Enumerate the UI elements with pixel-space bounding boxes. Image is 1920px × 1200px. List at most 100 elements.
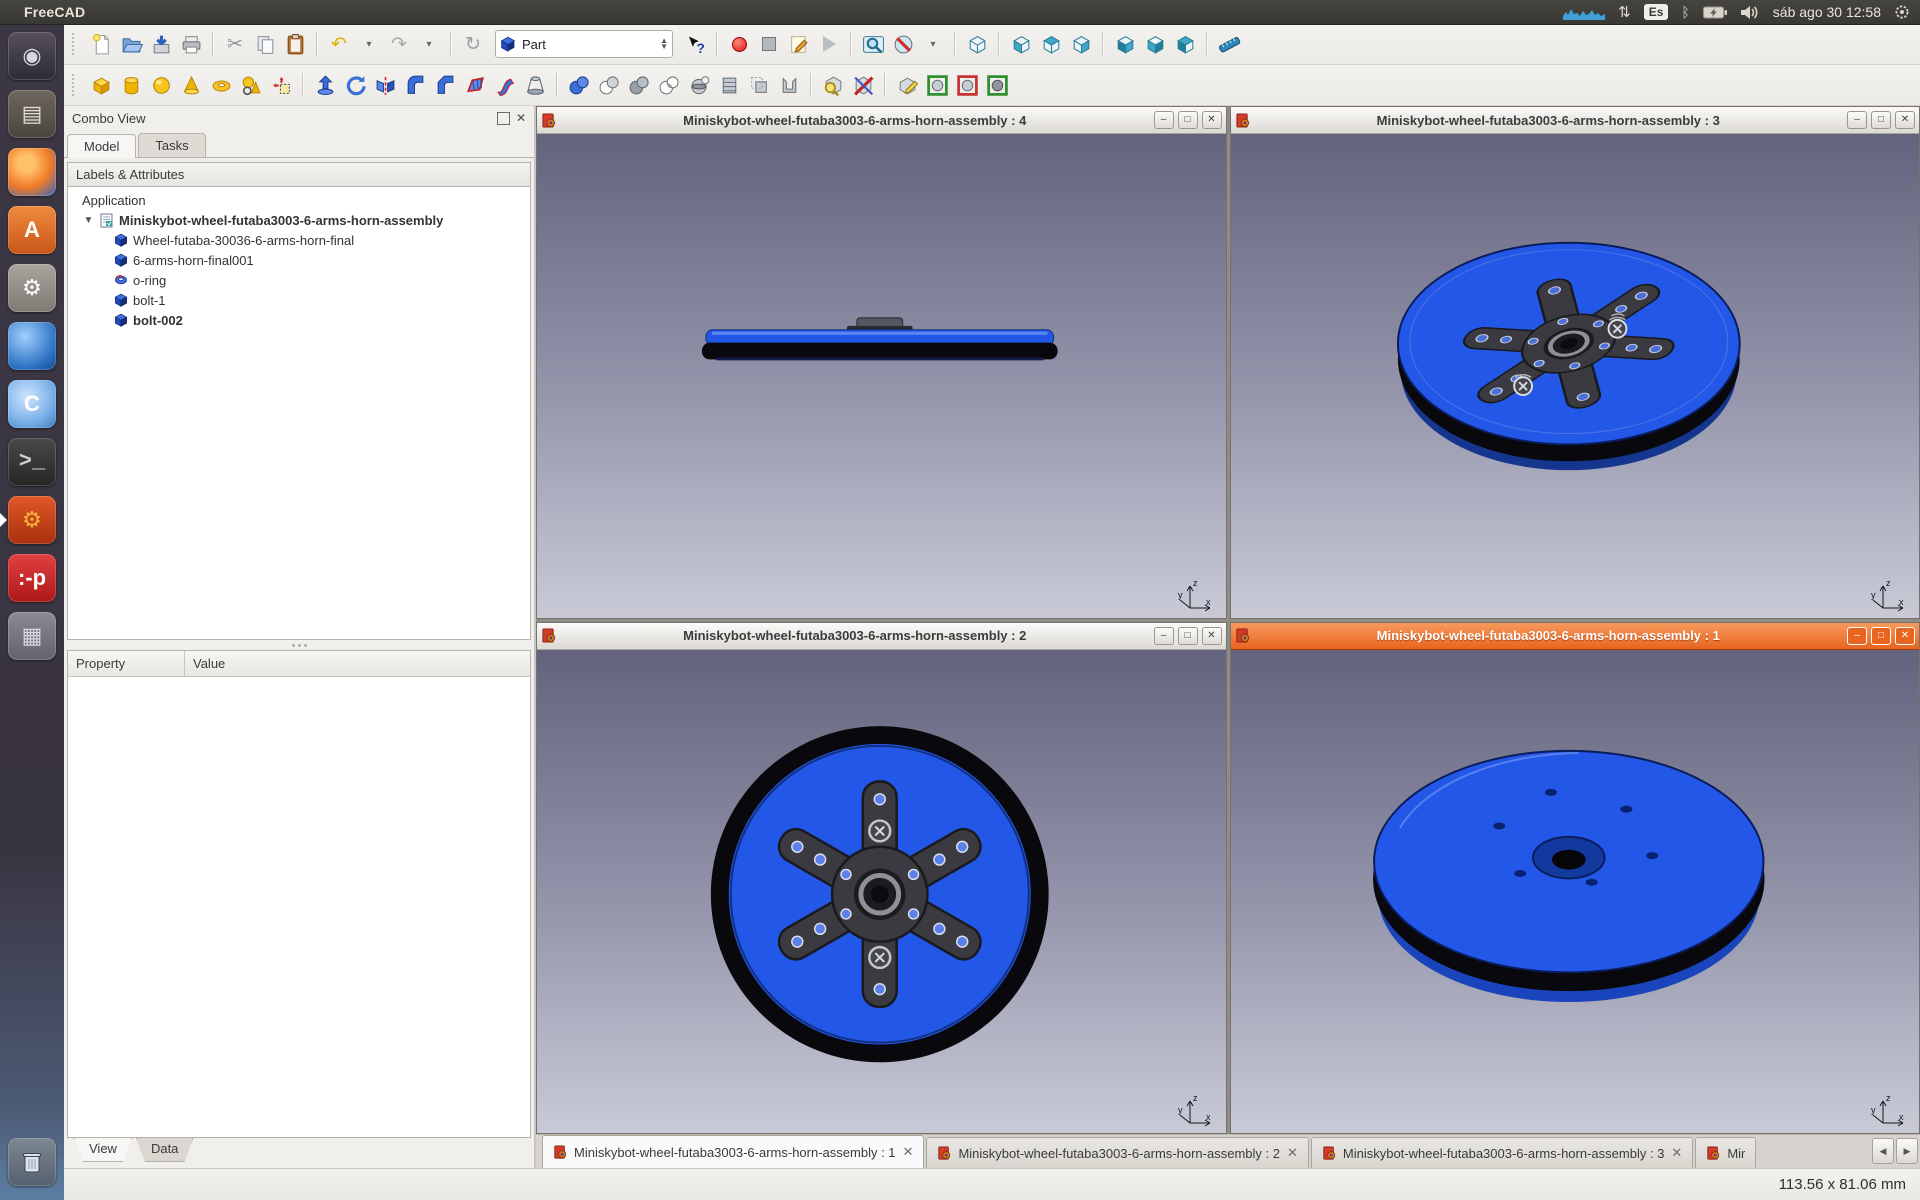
launcher-item-software-center[interactable]: A: [8, 206, 56, 254]
maximize-button[interactable]: □: [1178, 111, 1198, 129]
view-bottom-icon[interactable]: [1141, 30, 1169, 58]
torus-icon[interactable]: [207, 71, 235, 99]
tree-row-part[interactable]: o-ring: [68, 270, 530, 290]
view-fit-icon[interactable]: [859, 30, 887, 58]
toolbar-handle[interactable]: [72, 74, 80, 96]
macro-edit-icon[interactable]: [785, 30, 813, 58]
toolbar-handle[interactable]: [72, 33, 80, 55]
new-file-icon[interactable]: [87, 30, 115, 58]
minimize-button[interactable]: –: [1154, 111, 1174, 129]
extrude-icon[interactable]: [311, 71, 339, 99]
close-button[interactable]: ✕: [1895, 627, 1915, 645]
mdi-tab-2[interactable]: Miniskybot-wheel-futaba3003-6-arms-horn-…: [926, 1137, 1308, 1168]
expand-arrow-icon[interactable]: ▼: [82, 215, 95, 226]
close-button[interactable]: ✕: [1202, 627, 1222, 645]
compound-cut-icon[interactable]: [953, 71, 981, 99]
tab-tasks[interactable]: Tasks: [138, 133, 205, 157]
cylinder-icon[interactable]: [117, 71, 145, 99]
launcher-item-chromium[interactable]: C: [8, 380, 56, 428]
session-gear-icon[interactable]: [1894, 4, 1910, 20]
bluetooth-icon[interactable]: ᛒ: [1681, 4, 1689, 20]
compound-common-icon[interactable]: [983, 71, 1011, 99]
mdi-titlebar[interactable]: Miniskybot-wheel-futaba3003-6-arms-horn-…: [537, 623, 1226, 650]
clock[interactable]: sáb ago 30 12:58: [1773, 4, 1881, 20]
keyboard-indicator[interactable]: Es: [1644, 4, 1669, 20]
tab-model[interactable]: Model: [67, 134, 136, 158]
tab-data[interactable]: Data: [136, 1138, 193, 1162]
draw-style-icon[interactable]: [889, 30, 917, 58]
tab-view[interactable]: View: [74, 1138, 132, 1162]
tab-scroll-right-icon[interactable]: ▶: [1896, 1138, 1918, 1164]
shape-builder-icon[interactable]: [267, 71, 295, 99]
cone-icon[interactable]: [177, 71, 205, 99]
minimize-button[interactable]: –: [1847, 111, 1867, 129]
viewport-front-view[interactable]: x y z: [537, 650, 1226, 1134]
launcher-item-freecad[interactable]: ⚙: [8, 496, 56, 544]
tree-row-part[interactable]: Wheel-futaba-30036-6-arms-horn-final: [68, 230, 530, 250]
tab-close-icon[interactable]: ✕: [903, 1144, 914, 1160]
dropdown-icon[interactable]: ▾: [919, 30, 947, 58]
ruled-surface-icon[interactable]: [461, 71, 489, 99]
close-button[interactable]: ✕: [1895, 111, 1915, 129]
panel-close-icon[interactable]: ✕: [516, 112, 526, 124]
cut-icon[interactable]: ✂: [221, 30, 249, 58]
defeaturing-icon[interactable]: [849, 71, 877, 99]
launcher-item-terminal[interactable]: >_: [8, 438, 56, 486]
section-icon[interactable]: [685, 71, 713, 99]
boolean-common-icon[interactable]: [655, 71, 683, 99]
volume-icon[interactable]: [1740, 5, 1760, 20]
network-monitor-icon[interactable]: [1563, 4, 1605, 20]
create-primitives-icon[interactable]: [237, 71, 265, 99]
mdi-tab-4[interactable]: Mir: [1695, 1137, 1756, 1168]
open-file-icon[interactable]: [117, 30, 145, 58]
view-top-icon[interactable]: [1037, 30, 1065, 58]
boolean-fuse-icon[interactable]: [625, 71, 653, 99]
thickness-icon[interactable]: [775, 71, 803, 99]
tab-close-icon[interactable]: ✕: [1287, 1145, 1298, 1161]
maximize-button[interactable]: □: [1871, 627, 1891, 645]
view-axonometric-icon[interactable]: [963, 30, 991, 58]
mdi-titlebar[interactable]: Miniskybot-wheel-futaba3003-6-arms-horn-…: [1231, 107, 1920, 134]
sphere-icon[interactable]: [147, 71, 175, 99]
workbench-selector[interactable]: Part▲▼: [495, 30, 673, 58]
tab-close-icon[interactable]: ✕: [1671, 1145, 1682, 1161]
close-button[interactable]: ✕: [1202, 111, 1222, 129]
tree-row-part[interactable]: bolt-1: [68, 290, 530, 310]
launcher-item-workspace-switcher[interactable]: ▦: [8, 612, 56, 660]
view-left-icon[interactable]: [1171, 30, 1199, 58]
mdi-tab-1[interactable]: Miniskybot-wheel-futaba3003-6-arms-horn-…: [542, 1135, 924, 1168]
property-table-body[interactable]: [68, 677, 530, 1137]
tree-row-document[interactable]: ▼ Miniskybot-wheel-futaba3003-6-arms-hor…: [68, 210, 530, 230]
boolean-cut-icon[interactable]: [595, 71, 623, 99]
sync-arrows-icon[interactable]: ⇅: [1618, 3, 1631, 21]
box-icon[interactable]: [87, 71, 115, 99]
mirror-icon[interactable]: [371, 71, 399, 99]
maximize-button[interactable]: □: [1871, 111, 1891, 129]
macro-stop-icon[interactable]: [755, 30, 783, 58]
dropdown-icon[interactable]: ▾: [355, 30, 383, 58]
refresh-icon[interactable]: ↻: [459, 30, 487, 58]
mdi-titlebar-active[interactable]: Miniskybot-wheel-futaba3003-6-arms-horn-…: [1231, 623, 1920, 650]
save-icon[interactable]: [147, 30, 175, 58]
view-rear-icon[interactable]: [1111, 30, 1139, 58]
fillet-icon[interactable]: [401, 71, 429, 99]
battery-icon[interactable]: [1703, 6, 1727, 19]
print-icon[interactable]: [177, 30, 205, 58]
minimize-button[interactable]: –: [1847, 627, 1867, 645]
view-right-icon[interactable]: [1067, 30, 1095, 58]
measure-icon[interactable]: [1215, 30, 1243, 58]
redo-icon[interactable]: ↷: [385, 30, 413, 58]
launcher-item-dash-home[interactable]: ◉: [8, 32, 56, 80]
boolean-union-icon[interactable]: [565, 71, 593, 99]
launcher-item-pinta[interactable]: :-p: [8, 554, 56, 602]
column-header-value[interactable]: Value: [185, 651, 233, 676]
macro-play-icon[interactable]: [815, 30, 843, 58]
launcher-item-file-manager[interactable]: ▤: [8, 90, 56, 138]
spinner-arrows-icon[interactable]: ▲▼: [660, 38, 668, 51]
viewport-iso-top-view[interactable]: x y z: [1231, 650, 1920, 1134]
revolve-icon[interactable]: [341, 71, 369, 99]
sweep-icon[interactable]: [491, 71, 519, 99]
offset-icon[interactable]: [745, 71, 773, 99]
loft-icon[interactable]: [521, 71, 549, 99]
launcher-item-trash[interactable]: [8, 1138, 56, 1186]
